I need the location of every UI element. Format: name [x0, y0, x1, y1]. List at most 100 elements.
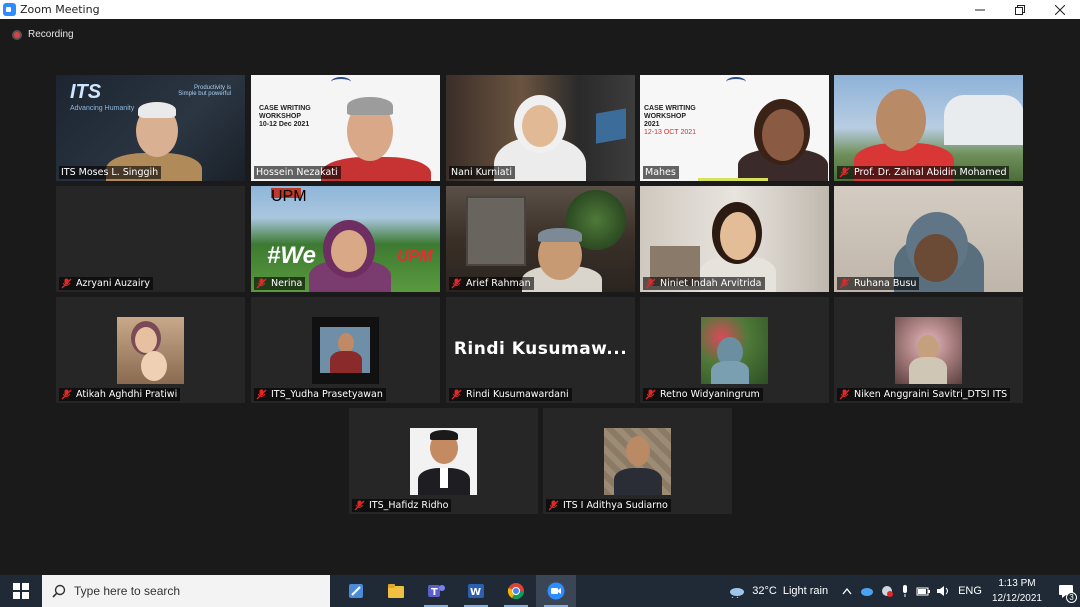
participant-hair: [347, 97, 393, 115]
its-tagline: Advancing Humanity: [70, 105, 135, 112]
slide-text: CASE WRITING WORKSHOP 2021 12-13 OCT 2021: [644, 105, 697, 136]
window-titlebar: Zoom Meeting: [0, 0, 1080, 19]
avatar-shirt: [440, 468, 448, 488]
participant-avatar: [604, 428, 671, 495]
recording-indicator[interactable]: Recording: [12, 29, 74, 40]
weather-desc[interactable]: Light rain: [783, 585, 828, 597]
zoom-app-icon: [3, 3, 16, 16]
minimize-button[interactable]: [960, 0, 1000, 19]
participant-name-tag: ITS I Adithya Sudiarno: [546, 499, 671, 512]
participant-face: [914, 234, 958, 282]
participant-name-tag: Arief Rahman: [449, 277, 534, 290]
pen-app-icon: [349, 584, 363, 598]
participant-name-tag: Atikah Aghdhi Pratiwi: [59, 388, 181, 401]
participant-face: [331, 230, 367, 272]
language-indicator[interactable]: ENG: [958, 585, 982, 597]
onedrive-icon[interactable]: [860, 585, 874, 597]
participant-avatar: [701, 317, 768, 384]
participant-avatar: [895, 317, 962, 384]
participant-name-tag: Prof. Dr. Zainal Abidin Mohamed: [837, 166, 1010, 179]
muted-mic-icon: [256, 389, 267, 400]
background-fireplace: [466, 196, 526, 266]
zoom-icon: [547, 582, 565, 600]
search-placeholder: Type here to search: [74, 584, 181, 598]
clock-time: 1:13 PM: [998, 578, 1036, 589]
notification-center-button[interactable]: 3: [1052, 575, 1080, 607]
clock-date: 12/12/2021: [991, 593, 1042, 604]
muted-mic-icon: [451, 389, 462, 400]
microphone-icon[interactable]: [900, 584, 910, 598]
video-tile[interactable]: Retno Widyaningrum: [640, 297, 829, 403]
its-logo: ITS: [70, 81, 102, 103]
video-tile[interactable]: Rindi Kusumaw... Rindi Kusumawardani: [446, 297, 635, 403]
video-tile[interactable]: CASE WRITING WORKSHOP 2021 12-13 OCT 2021 M…: [640, 75, 829, 181]
upm-sign: UPM: [397, 248, 433, 265]
video-tile[interactable]: Atikah Aghdhi Pratiwi: [56, 297, 245, 403]
avatar-body: [330, 351, 362, 373]
taskbar-app-explorer[interactable]: [376, 575, 416, 607]
muted-mic-icon: [354, 500, 365, 511]
video-tile[interactable]: Prof. Dr. Zainal Abidin Mohamed: [834, 75, 1023, 181]
window-title: Zoom Meeting: [20, 3, 100, 16]
weather-temp[interactable]: 32°C: [752, 585, 777, 597]
participant-hat: [538, 228, 582, 242]
video-tile[interactable]: Niken Anggraini Savitri_DTSI ITS: [834, 297, 1023, 403]
video-tile[interactable]: UPM #We UPM Nerina: [251, 186, 440, 292]
participant-face: [522, 105, 558, 147]
muted-mic-icon: [548, 500, 559, 511]
folder-icon: [388, 584, 404, 598]
search-icon: [52, 584, 66, 598]
participant-name-tag: Rindi Kusumawardani: [449, 388, 572, 401]
caseum-logo: [726, 77, 746, 87]
taskbar-app-word[interactable]: W: [456, 575, 496, 607]
participant-name-tag: Niniet Indah Arvitrida: [643, 277, 765, 290]
recording-icon: [12, 29, 22, 40]
notification-count-badge: 3: [1066, 592, 1077, 603]
participant-name-tag: Mahes: [643, 166, 679, 179]
avatar-body: [909, 357, 947, 384]
participant-face: [720, 212, 756, 260]
participant-name-tag: Azryani Auzairy: [59, 277, 154, 290]
slide-text: Productivity is Simple but powerful: [178, 85, 231, 97]
start-button[interactable]: [0, 575, 42, 607]
video-tile[interactable]: ITS I Adithya Sudiarno: [543, 408, 732, 514]
video-tile[interactable]: Nani Kurniati: [446, 75, 635, 181]
video-tile[interactable]: Azryani Auzairy: [56, 186, 245, 292]
video-tile[interactable]: Ruhana Busu: [834, 186, 1023, 292]
taskbar-app-zoom[interactable]: [536, 575, 576, 607]
video-tile[interactable]: Arief Rahman: [446, 186, 635, 292]
welcome-sign: #We: [267, 242, 316, 269]
participant-name-tag: ITS_Hafidz Ridho: [352, 499, 452, 512]
system-tray: 32°C Light rain ENG 1:13 PM 12/12/2021 3: [728, 575, 1080, 607]
clock[interactable]: 1:13 PM 12/12/2021: [992, 576, 1042, 606]
taskbar-app-pen[interactable]: [336, 575, 376, 607]
battery-icon[interactable]: [916, 585, 931, 597]
svg-text:T: T: [431, 587, 438, 598]
zoom-tray-icon[interactable]: [880, 585, 894, 597]
avatar-body: [711, 361, 749, 384]
restore-icon: [1015, 4, 1025, 15]
avatar-face: [135, 327, 157, 353]
volume-icon[interactable]: [936, 585, 950, 597]
windows-icon: [13, 583, 29, 599]
restore-button[interactable]: [1000, 0, 1040, 19]
video-tile[interactable]: ITS_Hafidz Ridho: [349, 408, 538, 514]
participant-hair: [138, 102, 176, 118]
avatar-face: [626, 436, 650, 466]
close-icon: [1055, 4, 1065, 15]
participant-name-tag: ITS Moses L. Singgih: [59, 166, 162, 179]
svg-text:W: W: [470, 587, 481, 598]
chevron-up-icon[interactable]: [842, 587, 852, 595]
video-tile[interactable]: ITS_Yudha Prasetyawan: [251, 297, 440, 403]
taskbar-app-teams[interactable]: T: [416, 575, 456, 607]
taskbar-app-chrome[interactable]: [496, 575, 536, 607]
video-tile[interactable]: CASE WRITING WORKSHOP 10-12 Dec 2021 Hosse…: [251, 75, 440, 181]
taskbar-search[interactable]: Type here to search: [42, 575, 330, 607]
video-tile[interactable]: ITS Advancing Humanity Productivity is Si…: [56, 75, 245, 181]
muted-mic-icon: [61, 389, 72, 400]
muted-mic-icon: [61, 278, 72, 289]
weather-icon: [730, 588, 745, 598]
participant-name-tag: Niken Anggraini Savitri_DTSI ITS: [837, 388, 1011, 401]
video-tile[interactable]: Niniet Indah Arvitrida: [640, 186, 829, 292]
close-button[interactable]: [1040, 0, 1080, 19]
